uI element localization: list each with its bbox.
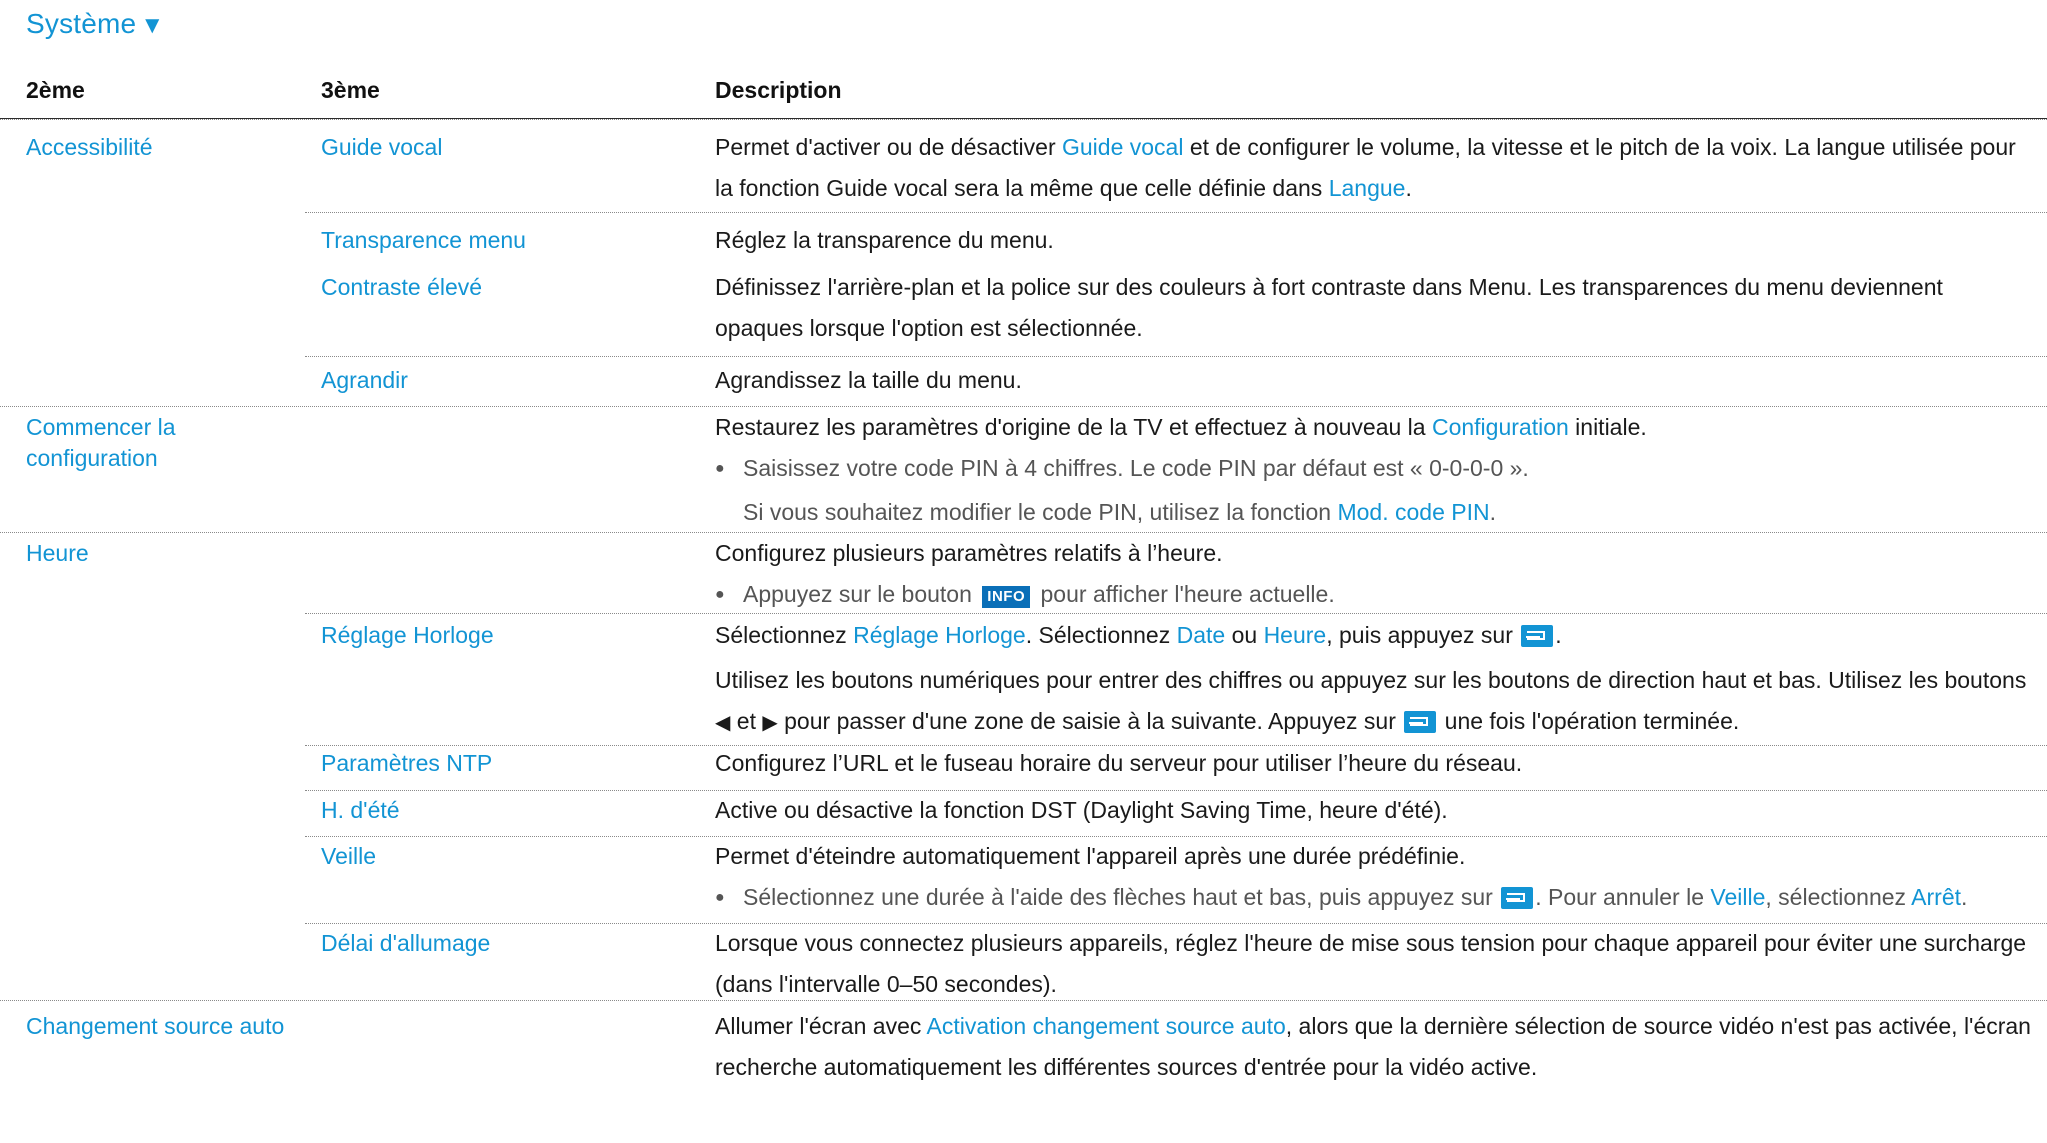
link-agrandir[interactable]: Agrandir	[321, 360, 691, 401]
row-agrandir: Agrandir Agrandissez la taille du menu.	[0, 356, 2047, 406]
settings-table: 2ème 3ème Description Accessibilité Guid…	[0, 68, 2047, 1101]
table-header: 2ème 3ème Description	[0, 68, 2047, 119]
triangle-down-icon: ▼	[140, 12, 165, 39]
desc-commencer-configuration: Restaurez les paramètres d'origine de la…	[715, 414, 1647, 525]
row-heure: Heure Configurez plusieurs paramètres re…	[0, 532, 2047, 997]
row-commencer-configuration: Commencer la configuration Restaurez les…	[0, 406, 2047, 532]
link-heure[interactable]: Heure	[26, 533, 296, 574]
link-h-ete[interactable]: H. d'été	[321, 790, 691, 831]
enter-icon	[1521, 625, 1554, 647]
link-activation-changement-source-auto[interactable]: Activation changement source auto	[926, 1013, 1285, 1039]
link-langue[interactable]: Langue	[1329, 175, 1406, 201]
link-parametres-ntp[interactable]: Paramètres NTP	[321, 743, 691, 784]
desc-changement-source-auto: Allumer l'écran avec Activation changeme…	[715, 1013, 2031, 1080]
desc-reglage-horloge: Sélectionnez Réglage Horloge. Sélectionn…	[715, 622, 2027, 734]
link-contraste-eleve[interactable]: Contraste élevé	[321, 267, 691, 308]
arrow-left-icon: ◀	[715, 712, 731, 734]
section-title: Système ▼	[26, 8, 164, 40]
bullet-icon: ●	[715, 460, 725, 477]
desc-agrandir: Agrandissez la taille du menu.	[715, 367, 1022, 393]
desc-delai-allumage: Lorsque vous connectez plusieurs apparei…	[715, 930, 2027, 997]
link-changement-source-auto[interactable]: Changement source auto	[26, 1006, 296, 1047]
link-reglage-horloge[interactable]: Réglage Horloge	[321, 615, 691, 656]
link-veille-inline[interactable]: Veille	[1710, 884, 1765, 910]
link-heure-inline[interactable]: Heure	[1264, 622, 1327, 648]
link-reglage-horloge-inline[interactable]: Réglage Horloge	[853, 622, 1026, 648]
link-accessibilite[interactable]: Accessibilité	[26, 127, 296, 168]
link-guide-vocal[interactable]: Guide vocal	[321, 127, 691, 168]
desc-guide-vocal: Permet d'activer ou de désactiver Guide …	[715, 134, 2016, 201]
section-title-text: Système	[26, 8, 137, 39]
desc-h-ete: Active ou désactive la fonction DST (Day…	[715, 797, 1448, 823]
bullet-icon: ●	[715, 889, 725, 906]
desc-contraste-eleve: Définissez l'arrière-plan et la police s…	[715, 274, 1943, 341]
desc-heure: Configurez plusieurs paramètres relatifs…	[715, 533, 2035, 618]
link-guide-vocal-inline[interactable]: Guide vocal	[1062, 134, 1183, 160]
header-col-2eme: 2ème	[26, 77, 85, 103]
divider	[305, 212, 2047, 213]
desc-transparence-menu: Réglez la transparence du menu.	[715, 227, 1054, 253]
link-mod-code-pin[interactable]: Mod. code PIN	[1337, 499, 1489, 525]
header-col-description: Description	[715, 77, 842, 103]
link-date[interactable]: Date	[1177, 622, 1226, 648]
link-configuration[interactable]: Configuration	[1432, 414, 1569, 440]
desc-veille: Permet d'éteindre automatiquement l'appa…	[715, 836, 2035, 921]
link-delai-allumage[interactable]: Délai d'allumage	[321, 923, 691, 964]
enter-icon	[1501, 887, 1534, 909]
row-changement-source-auto: Changement source auto Allumer l'écran a…	[0, 1000, 2047, 1101]
divider	[305, 613, 2047, 614]
info-button-icon: INFO	[982, 586, 1031, 608]
link-commencer-configuration[interactable]: Commencer la configuration	[26, 412, 186, 474]
row-accessibilite: Accessibilité Guide vocal Permet d'activ…	[0, 119, 2047, 357]
desc-parametres-ntp: Configurez l’URL et le fuseau horaire du…	[715, 750, 1523, 776]
page: Système ▼ 2ème 3ème Description Accessibi…	[0, 0, 2047, 1143]
enter-icon	[1404, 711, 1437, 733]
link-arret[interactable]: Arrêt	[1911, 884, 1961, 910]
header-col-3eme: 3ème	[321, 77, 380, 103]
link-veille[interactable]: Veille	[321, 836, 691, 877]
link-transparence-menu[interactable]: Transparence menu	[321, 220, 691, 261]
bullet-icon: ●	[715, 586, 725, 603]
arrow-right-icon: ▶	[762, 712, 778, 734]
